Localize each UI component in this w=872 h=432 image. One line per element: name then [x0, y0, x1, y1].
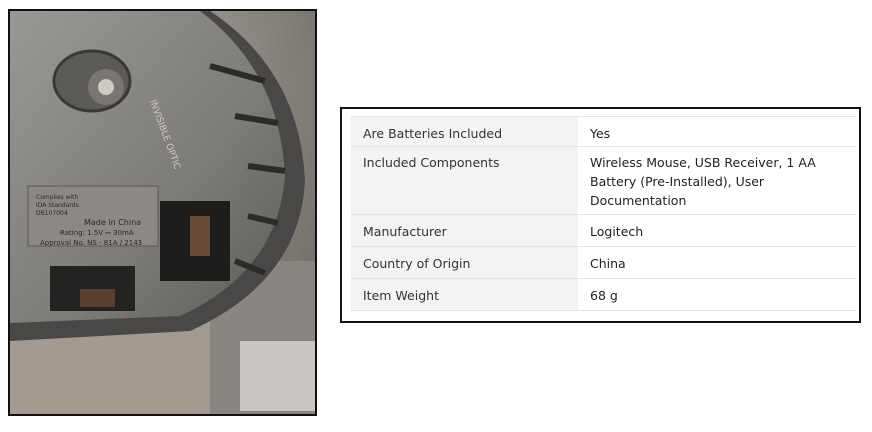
- label-line-5: Rating: 1.5V ⎓ 30mA: [60, 229, 134, 237]
- label-line-1: Complies with: [36, 194, 78, 201]
- mouse-photo-illustration: INVISIBLE OPTIC Complies with IDA Standa…: [10, 11, 315, 414]
- spec-label: Included Components: [351, 146, 578, 215]
- spec-value: Logitech: [590, 224, 644, 239]
- spec-value: China: [590, 256, 626, 271]
- specifications-panel: Are Batteries Included Yes Included Comp…: [340, 107, 861, 323]
- label-line-6: Approval No. NS - 81A / 2143: [40, 239, 142, 247]
- label-line-3: DB107004: [36, 210, 68, 217]
- spec-value: Wireless Mouse, USB Receiver, 1 AA Batte…: [590, 155, 816, 208]
- page: INVISIBLE OPTIC Complies with IDA Standa…: [0, 0, 872, 432]
- table-row: Are Batteries Included Yes: [351, 116, 856, 147]
- mouse-underside-photo: INVISIBLE OPTIC Complies with IDA Standa…: [8, 9, 317, 416]
- table-row: Item Weight 68 g: [351, 278, 856, 311]
- table-row: Country of Origin China: [351, 246, 856, 279]
- label-line-2: IDA Standards: [36, 202, 79, 209]
- specifications-table: Are Batteries Included Yes Included Comp…: [351, 116, 856, 311]
- spec-value: Yes: [590, 126, 611, 141]
- table-row: Manufacturer Logitech: [351, 214, 856, 247]
- spec-label: Manufacturer: [351, 214, 578, 247]
- spec-label: Country of Origin: [351, 246, 578, 279]
- spec-label: Are Batteries Included: [351, 116, 578, 147]
- label-line-4: Made in China: [84, 218, 141, 227]
- spec-label: Item Weight: [351, 278, 578, 311]
- spec-value: 68 g: [590, 288, 618, 303]
- table-row: Included Components Wireless Mouse, USB …: [351, 146, 856, 215]
